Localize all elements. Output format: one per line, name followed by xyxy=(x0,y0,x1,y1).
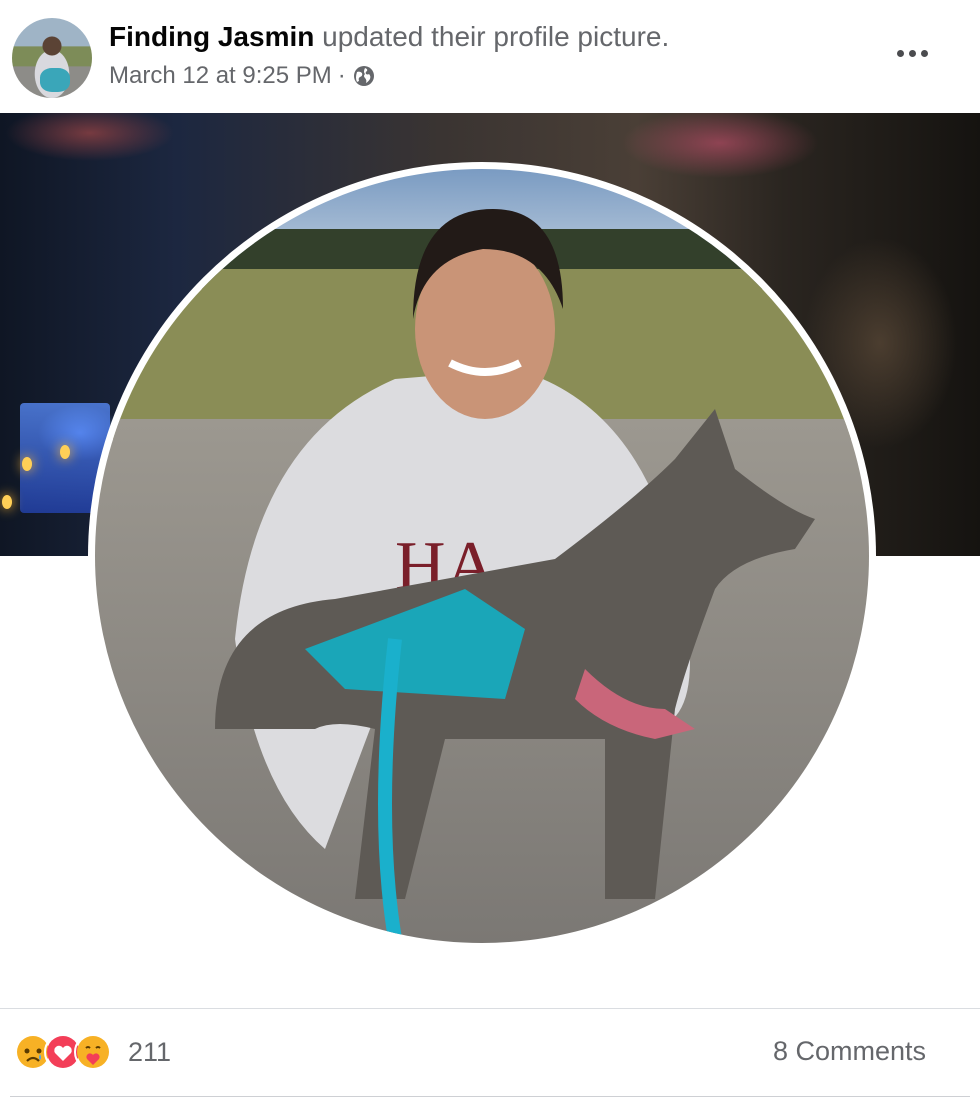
post-headline: Finding Jasmin updated their profile pic… xyxy=(109,20,669,54)
divider xyxy=(10,1096,970,1097)
post-timestamp[interactable]: March 12 at 9:25 PM xyxy=(109,60,332,92)
comments-count-link[interactable]: 8 Comments xyxy=(773,1036,926,1067)
post-meta: March 12 at 9:25 PM · xyxy=(109,60,376,92)
reactions-summary[interactable]: 211 xyxy=(14,1033,171,1071)
candle-flame xyxy=(60,445,70,459)
post-header: Finding Jasmin updated their profile pic… xyxy=(0,0,980,113)
divider xyxy=(0,1008,980,1009)
candle-flame xyxy=(2,495,12,509)
candle-flame xyxy=(22,457,32,471)
author-avatar[interactable] xyxy=(12,18,92,98)
care-reaction-icon xyxy=(74,1033,112,1071)
profile-photo-area[interactable]: HA xyxy=(0,113,980,1008)
globe-icon[interactable] xyxy=(352,64,376,88)
meta-separator: · xyxy=(337,62,346,89)
profile-picture[interactable]: HA xyxy=(95,169,869,943)
post-action-text: updated their profile picture. xyxy=(322,21,670,52)
more-options-icon[interactable] xyxy=(886,36,938,70)
author-name-link[interactable]: Finding Jasmin xyxy=(109,21,314,52)
reaction-count[interactable]: 211 xyxy=(128,1033,171,1071)
